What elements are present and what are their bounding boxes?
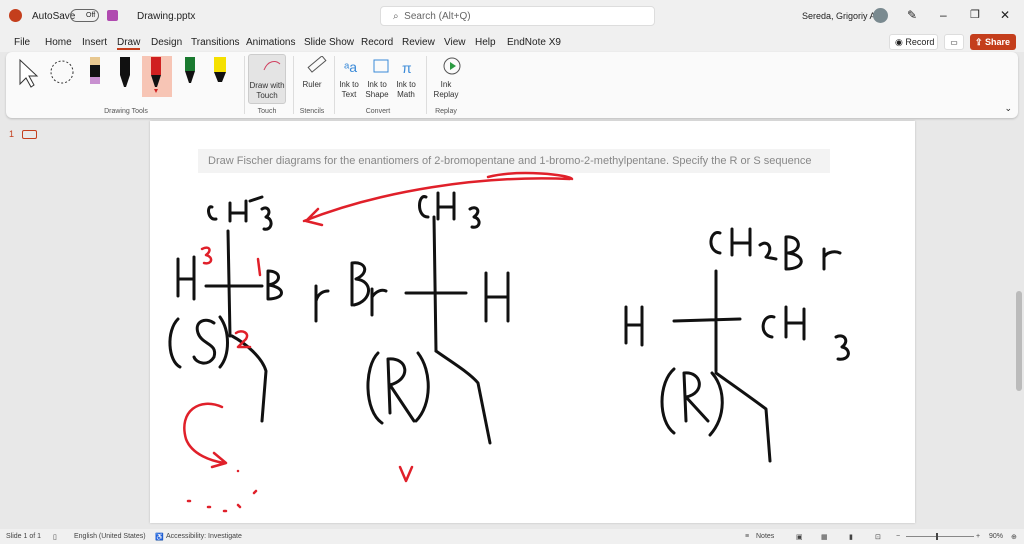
- powerpoint-logo-icon: [9, 9, 22, 22]
- minimize-icon[interactable]: –: [940, 8, 947, 22]
- tab-record[interactable]: Record: [361, 37, 393, 48]
- tab-home[interactable]: Home: [45, 37, 72, 48]
- title-bar: AutoSave Off Drawing.pptx ⌕ Search (Alt+…: [0, 0, 1024, 32]
- select-arrow-icon[interactable]: [19, 58, 39, 88]
- slide-count: Slide 1 of 1: [6, 533, 42, 540]
- ruler-icon: [307, 56, 327, 73]
- avatar[interactable]: [873, 8, 888, 23]
- ink-to-text-icon: ᵃa: [344, 59, 357, 75]
- share-button[interactable]: ⇪ Share: [970, 34, 1016, 50]
- filename[interactable]: Drawing.pptx: [137, 11, 195, 22]
- slide-number: 1: [9, 129, 15, 139]
- group-touch: Touch: [257, 108, 277, 115]
- fit-to-window-icon[interactable]: ⊕: [1011, 533, 1017, 541]
- tab-endnote[interactable]: EndNote X9: [507, 37, 561, 48]
- ink-drawing: [168, 171, 850, 513]
- record-label: Record: [905, 37, 935, 47]
- ruler-label: Ruler: [302, 80, 322, 89]
- slide-show-icon[interactable]: ⊡: [875, 533, 881, 541]
- ink-to-shape-label: Ink to Shape: [365, 80, 389, 99]
- red-ink: [183, 171, 574, 513]
- close-icon[interactable]: ✕: [1000, 8, 1010, 22]
- comments-button[interactable]: ▭: [944, 34, 964, 50]
- tab-design[interactable]: Design: [151, 37, 182, 48]
- touch-icon: [263, 61, 281, 71]
- reading-view-icon[interactable]: ▮: [849, 533, 853, 541]
- share-icon: ⇪: [975, 36, 986, 47]
- draw-with-touch-label: Draw with Touch: [249, 81, 285, 100]
- autosave-toggle[interactable]: Off: [70, 9, 99, 22]
- scrollbar-thumb[interactable]: [1016, 291, 1022, 391]
- group-replay: Replay: [435, 108, 457, 115]
- zoom-out-icon[interactable]: −: [896, 533, 900, 540]
- black-pen-icon[interactable]: [120, 57, 130, 87]
- tab-help[interactable]: Help: [475, 37, 496, 48]
- record-icon: ◉: [895, 36, 906, 47]
- language[interactable]: English (United States): [74, 533, 146, 540]
- status-bar: Slide 1 of 1 ▯ English (United States) ♿…: [0, 529, 1024, 544]
- normal-view-icon[interactable]: ▣: [796, 533, 803, 541]
- tab-review[interactable]: Review: [402, 37, 435, 48]
- highlighter-icon[interactable]: [214, 57, 226, 82]
- search-input[interactable]: ⌕ Search (Alt+Q): [380, 6, 655, 26]
- pen-icon[interactable]: ✎: [907, 8, 917, 22]
- tab-draw[interactable]: Draw: [117, 37, 141, 50]
- vertical-scrollbar[interactable]: [1014, 121, 1024, 521]
- green-pen-icon[interactable]: [185, 57, 195, 83]
- user-name[interactable]: Sereda, Grigoriy A: [802, 11, 876, 21]
- accessibility-status[interactable]: Accessibility: Investigate: [166, 533, 242, 540]
- tab-view[interactable]: View: [444, 37, 466, 48]
- eraser-icon[interactable]: [90, 57, 100, 84]
- notes-button[interactable]: Notes: [756, 533, 774, 540]
- ink-to-shape-icon: [373, 59, 389, 73]
- zoom-level[interactable]: 90%: [989, 533, 1003, 540]
- group-convert: Convert: [365, 108, 391, 115]
- ink-to-math-label: Ink to Math: [396, 80, 416, 99]
- restore-icon[interactable]: ❐: [970, 8, 980, 21]
- ribbon: Drawing Tools Draw with Touch Touch Rule…: [6, 52, 1018, 118]
- tab-slide-show[interactable]: Slide Show: [304, 37, 354, 48]
- tab-insert[interactable]: Insert: [82, 37, 107, 48]
- tab-transitions[interactable]: Transitions: [191, 37, 240, 48]
- group-drawing-tools: Drawing Tools: [104, 108, 148, 115]
- group-stencils: Stencils: [299, 108, 325, 115]
- zoom-slider-thumb[interactable]: [936, 533, 938, 540]
- drawing-tools: [19, 56, 226, 97]
- search-placeholder: Search (Alt+Q): [404, 10, 471, 22]
- autosave-state: Off: [86, 12, 96, 19]
- zoom-in-icon[interactable]: +: [976, 533, 980, 540]
- ink-replay-label: Ink Replay: [433, 80, 459, 99]
- record-button[interactable]: ◉ Record: [889, 34, 938, 50]
- slide-sorter-icon[interactable]: ▦: [821, 533, 828, 541]
- spelling-icon[interactable]: ▯: [53, 533, 57, 541]
- ribbon-icons: ᵃa π: [263, 56, 461, 76]
- ink-to-math-icon: π: [402, 60, 412, 76]
- autosave-label: AutoSave: [32, 11, 76, 22]
- lasso-icon[interactable]: [50, 60, 74, 84]
- zoom-slider[interactable]: [906, 533, 974, 540]
- save-icon[interactable]: [107, 10, 118, 21]
- black-ink: [168, 191, 850, 463]
- collapse-ribbon-icon[interactable]: ⌄: [1004, 103, 1012, 114]
- slide-canvas[interactable]: Draw Fischer diagrams for the enantiomer…: [150, 121, 915, 523]
- tab-animations[interactable]: Animations: [246, 37, 295, 48]
- tab-file[interactable]: File: [14, 37, 30, 48]
- ink-to-text-label: Ink to Text: [339, 80, 359, 99]
- slide-thumbnail[interactable]: [22, 130, 37, 139]
- accessibility-icon: ♿: [155, 534, 164, 541]
- share-label: Share: [985, 37, 1011, 47]
- notes-icon: ≡: [745, 533, 750, 540]
- search-icon: ⌕: [393, 10, 405, 22]
